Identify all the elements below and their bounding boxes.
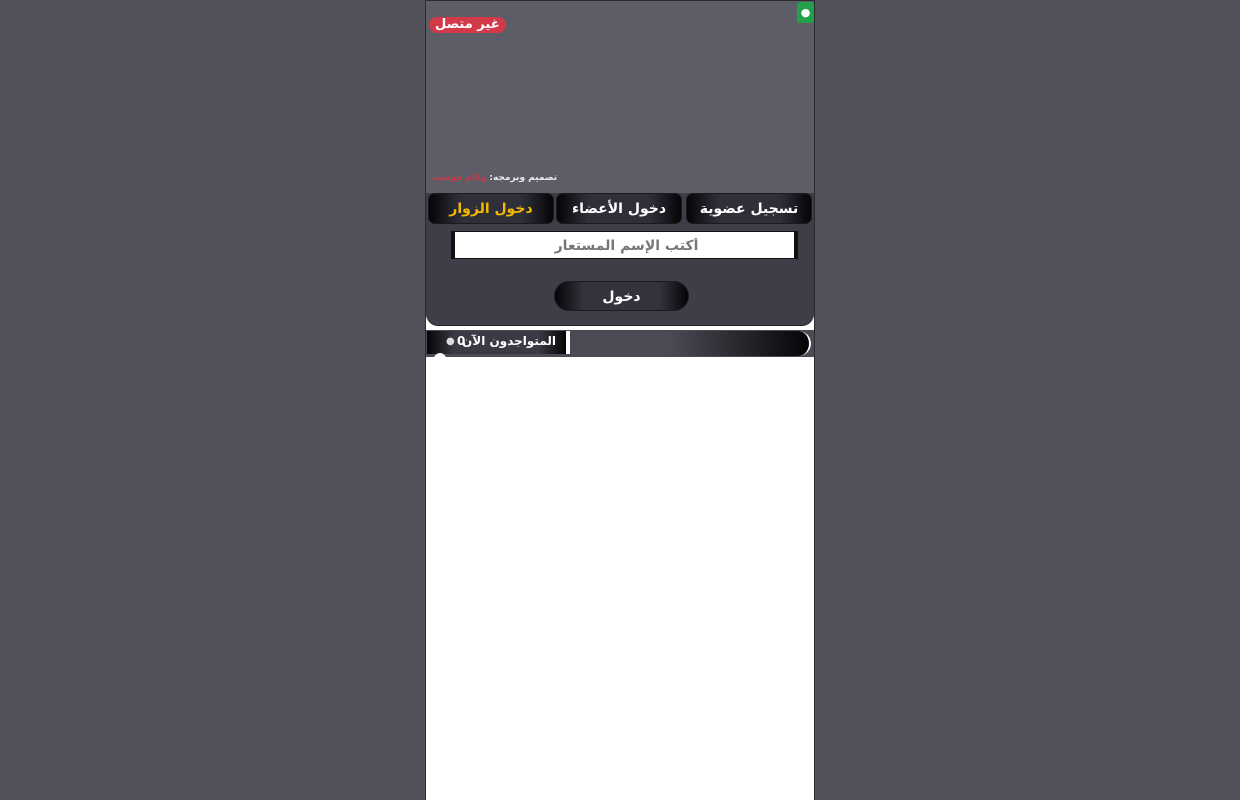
status-badge: غير متصل	[429, 17, 506, 33]
credit-prefix: تصميم وبرمجه:	[489, 173, 558, 183]
tab-guest-login[interactable]: دخول الزوار	[428, 193, 554, 224]
login-tabs: تسجيل عضوية دخول الأعضاء دخول الزوار	[426, 193, 814, 226]
online-users-label[interactable]: ● 0 المتواجدون الآن	[427, 331, 570, 354]
users-list-area	[426, 353, 814, 800]
credit-line: تصميم وبرمجه: وكام هوست	[432, 173, 557, 183]
online-users-bar: ● 0 المتواجدون الآن	[426, 330, 814, 357]
nickname-input[interactable]	[455, 231, 798, 261]
online-bar-decoration	[573, 331, 811, 356]
credit-name-link[interactable]: وكام هوست	[432, 173, 486, 183]
online-label-text: المتواجدون الآن	[462, 334, 556, 348]
header: غير متصل ● تصميم وبرمجه: وكام هوست	[426, 0, 814, 193]
user-icon: ●	[446, 336, 455, 347]
nickname-field-frame	[451, 231, 798, 261]
user-menu-button[interactable]: ●	[797, 2, 814, 23]
user-icon: ●	[800, 6, 811, 19]
tab-register[interactable]: تسجيل عضوية	[686, 193, 812, 224]
enter-button[interactable]: دخول	[554, 281, 689, 311]
guest-login-form: دخول	[426, 226, 814, 326]
content-notch	[434, 353, 446, 361]
tab-member-login[interactable]: دخول الأعضاء	[556, 193, 682, 224]
chat-panel: غير متصل ● تصميم وبرمجه: وكام هوست تسجيل…	[425, 0, 815, 800]
